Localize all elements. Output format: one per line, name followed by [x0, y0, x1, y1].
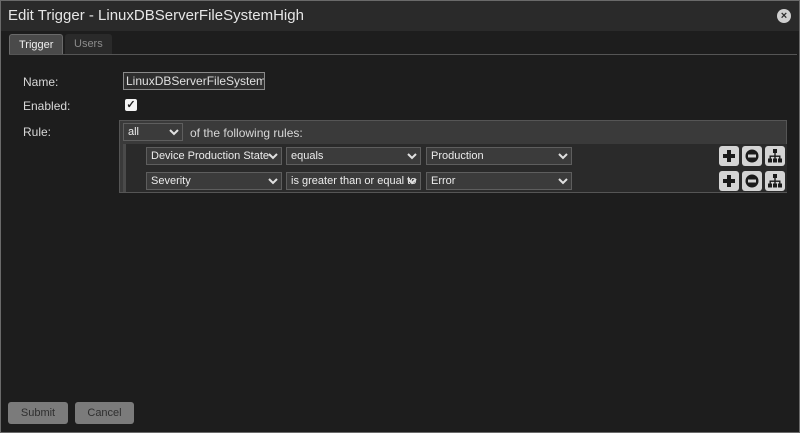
condition-2-operator-select[interactable]: is greater than or equal to	[286, 172, 421, 190]
add-condition-button[interactable]	[719, 171, 739, 191]
rule-suffix-text: of the following rules:	[190, 126, 303, 140]
chevron-down-icon	[268, 178, 278, 185]
chevron-down-icon	[169, 129, 179, 136]
cancel-button[interactable]: Cancel	[75, 402, 134, 424]
match-type-select[interactable]: all	[123, 123, 183, 141]
tab-trigger[interactable]: Trigger	[9, 34, 64, 55]
minus-icon	[745, 149, 759, 163]
dialog-titlebar: Edit Trigger - LinuxDBServerFileSystemHi…	[1, 1, 799, 31]
name-label: Name:	[23, 75, 59, 89]
nest-condition-button[interactable]	[765, 146, 785, 166]
rule-label: Rule:	[23, 125, 52, 139]
plus-icon	[723, 150, 735, 162]
condition-2-operator-value: is greater than or equal to	[291, 175, 417, 187]
add-condition-button[interactable]	[719, 146, 739, 166]
tab-divider	[9, 54, 797, 55]
plus-icon	[723, 175, 735, 187]
condition-2-value: Error	[431, 175, 456, 187]
chevron-down-icon	[407, 178, 417, 185]
minus-icon	[745, 174, 759, 188]
match-type-value: all	[128, 126, 140, 138]
sitemap-icon	[768, 149, 782, 163]
condition-1-operator-value: equals	[291, 150, 324, 162]
enabled-label: Enabled:	[23, 99, 71, 113]
condition-1-field-value: Device Production State	[151, 150, 270, 162]
dialog-title: Edit Trigger - LinuxDBServerFileSystemHi…	[8, 7, 304, 24]
edit-trigger-dialog: Edit Trigger - LinuxDBServerFileSystemHi…	[0, 0, 800, 433]
tab-users[interactable]: Users	[65, 34, 112, 54]
chevron-down-icon	[558, 178, 568, 185]
remove-condition-button[interactable]	[742, 146, 762, 166]
name-input[interactable]: LinuxDBServerFileSystemH	[123, 72, 265, 90]
condition-1-field-select[interactable]: Device Production State	[146, 147, 282, 165]
sitemap-icon	[768, 174, 782, 188]
chevron-down-icon	[407, 153, 417, 160]
condition-1-operator-select[interactable]: equals	[286, 147, 421, 165]
chevron-down-icon	[558, 153, 568, 160]
chevron-down-icon	[268, 153, 278, 160]
condition-2-value-select[interactable]: Error	[426, 172, 572, 190]
condition-2-field-select[interactable]: Severity	[146, 172, 282, 190]
enabled-checkbox[interactable]: ✓	[125, 99, 137, 111]
condition-1-value-select[interactable]: Production	[426, 147, 572, 165]
submit-button[interactable]: Submit	[8, 402, 68, 424]
condition-2-field-value: Severity	[151, 175, 191, 187]
remove-condition-button[interactable]	[742, 171, 762, 191]
close-icon[interactable]: ×	[777, 9, 791, 23]
condition-1-value: Production	[431, 150, 484, 162]
nest-condition-button[interactable]	[765, 171, 785, 191]
